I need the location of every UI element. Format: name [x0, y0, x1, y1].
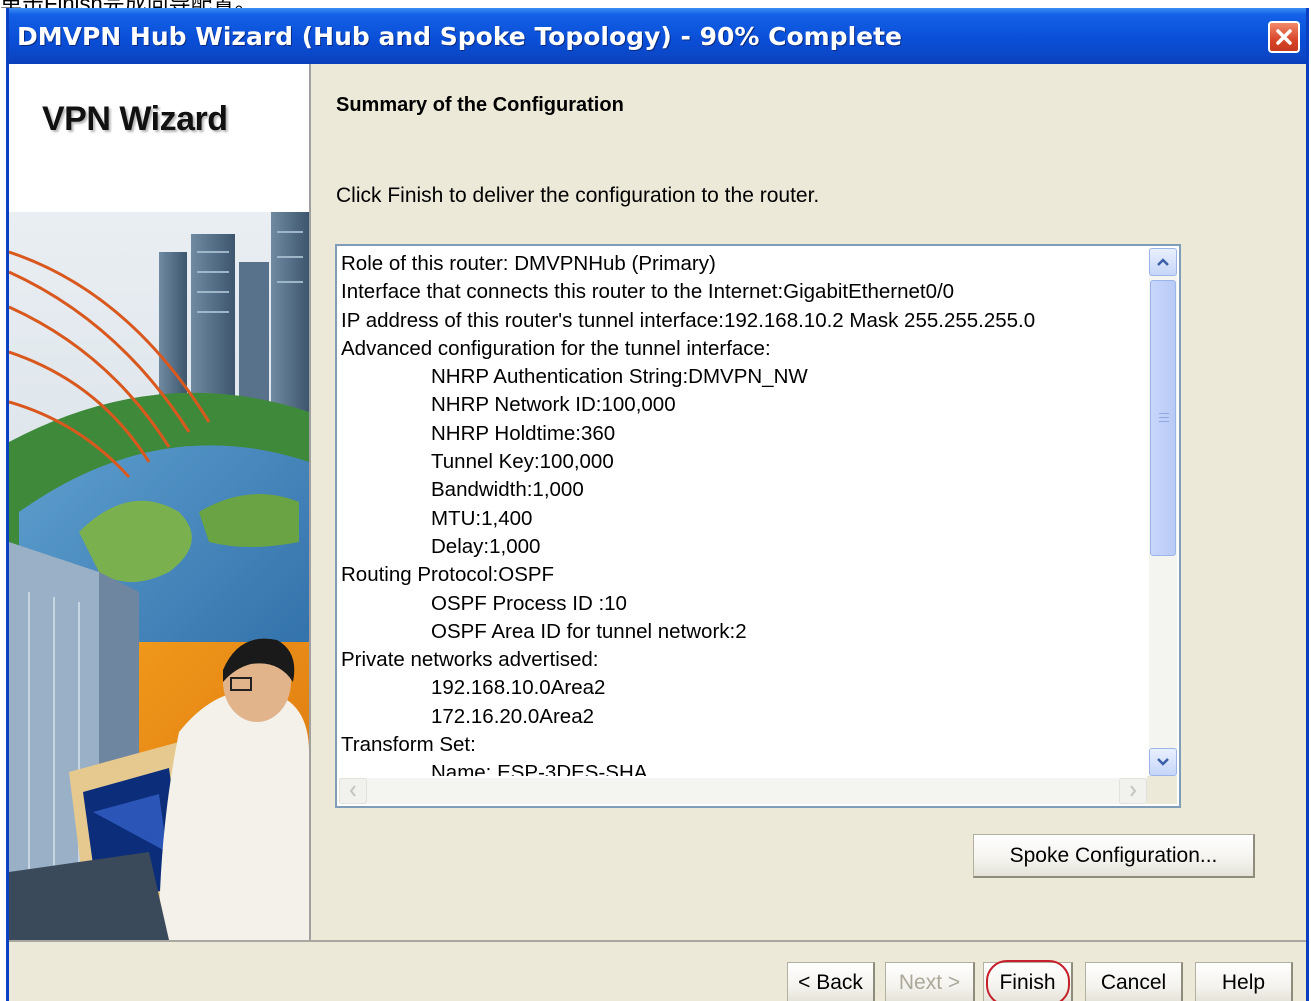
scroll-down-button[interactable]	[1149, 748, 1177, 776]
arrow-left-icon	[349, 785, 356, 797]
scroll-left-button[interactable]	[339, 778, 367, 804]
wizard-window: DMVPN Hub Wizard (Hub and Spoke Topology…	[6, 8, 1309, 1001]
summary-line: 192.168.10.0Area2	[431, 676, 606, 700]
help-button[interactable]: Help	[1195, 962, 1293, 1001]
arrow-down-icon	[1157, 758, 1169, 766]
summary-heading: Summary of the Configuration	[336, 94, 624, 116]
vertical-scrollbar[interactable]	[1149, 248, 1177, 776]
summary-line: IP address of this router's tunnel inter…	[341, 308, 1036, 332]
summary-line: Routing Protocol:OSPF	[341, 563, 555, 587]
finish-button[interactable]: Finish	[983, 960, 1073, 1001]
back-button[interactable]: < Back	[787, 962, 875, 1001]
horizontal-scrollbar[interactable]	[339, 778, 1147, 804]
scrollbar-corner	[1147, 776, 1177, 804]
summary-line: Delay:1,000	[431, 534, 541, 558]
summary-line: Bandwidth:1,000	[431, 478, 584, 502]
summary-line: MTU:1,400	[431, 506, 533, 530]
next-button: Next >	[885, 962, 975, 1001]
arrow-right-icon	[1130, 785, 1137, 797]
summary-line: NHRP Holdtime:360	[431, 421, 616, 445]
summary-line: 172.16.20.0Area2	[431, 704, 594, 728]
title-bar[interactable]: DMVPN Hub Wizard (Hub and Spoke Topology…	[9, 8, 1306, 64]
wizard-button-bar: < Back Next > Finish Cancel Help	[9, 940, 1306, 1001]
summary-line: NHRP Authentication String:DMVPN_NW	[431, 365, 808, 389]
cancel-button[interactable]: Cancel	[1085, 962, 1183, 1001]
summary-lines: Role of this router: DMVPNHub (Primary) I…	[341, 250, 1141, 776]
spoke-configuration-button[interactable]: Spoke Configuration...	[973, 834, 1255, 878]
scroll-up-button[interactable]	[1149, 248, 1177, 276]
summary-line: Interface that connects this router to t…	[341, 280, 955, 304]
page-caption: 单击Finish完成向导配置。	[0, 0, 257, 8]
summary-line: Name: ESP-3DES-SHA	[431, 761, 648, 776]
summary-line: Tunnel Key:100,000	[431, 450, 614, 474]
scroll-right-button[interactable]	[1119, 778, 1147, 804]
scroll-thumb[interactable]	[1150, 280, 1176, 556]
summary-line: Private networks advertised:	[341, 648, 599, 672]
summary-line: OSPF Process ID :10	[431, 591, 627, 615]
wizard-content: Summary of the Configuration Click Finis…	[311, 64, 1306, 940]
close-icon	[1276, 29, 1292, 45]
summary-line: Role of this router: DMVPNHub (Primary)	[341, 252, 716, 275]
summary-textbox[interactable]: Role of this router: DMVPNHub (Primary) I…	[335, 244, 1181, 808]
summary-line: OSPF Area ID for tunnel network:2	[431, 619, 747, 643]
side-panel-title: VPN Wizard	[42, 100, 228, 138]
summary-line: NHRP Network ID:100,000	[431, 393, 676, 417]
wizard-side-panel: VPN Wizard	[9, 64, 311, 940]
arrow-up-icon	[1157, 258, 1169, 266]
summary-line: Advanced configuration for the tunnel in…	[341, 336, 771, 360]
summary-line: Transform Set:	[341, 733, 476, 757]
window-title: DMVPN Hub Wizard (Hub and Spoke Topology…	[17, 21, 903, 51]
instruction-text: Click Finish to deliver the configuratio…	[336, 184, 820, 207]
wizard-illustration	[9, 212, 309, 940]
close-button[interactable]	[1268, 21, 1300, 53]
finish-button-label: Finish	[999, 970, 1056, 994]
